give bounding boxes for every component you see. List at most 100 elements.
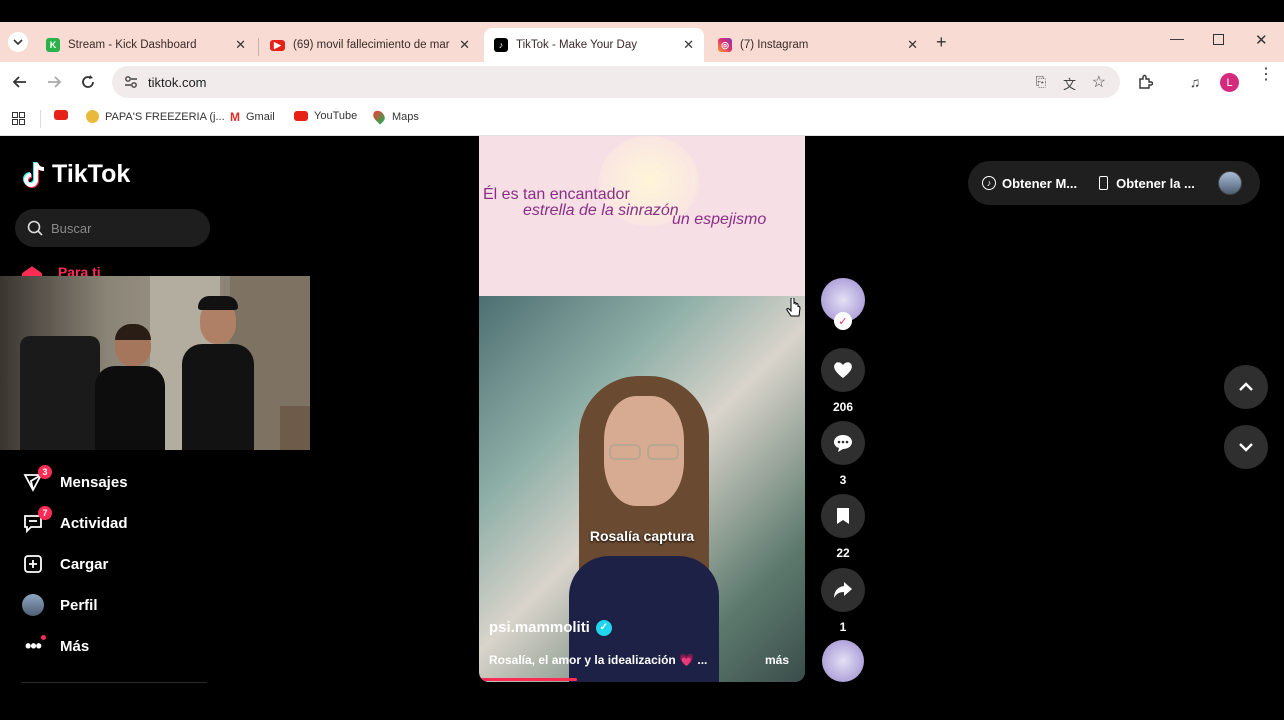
bookmark-gmail[interactable]: M Gmail (230, 110, 275, 124)
profile-avatar[interactable]: L (1220, 73, 1239, 92)
gmail-icon: M (230, 110, 240, 124)
tiktok-icon (23, 161, 45, 188)
browser-tab-tiktok[interactable]: ♪ TikTok - Make Your Day ✕ (484, 28, 704, 62)
video-description: Rosalía, el amor y la idealización 💗 ... (489, 653, 708, 667)
bookmark-papas-freezeria[interactable]: PAPA'S FREEZERIA (j... (86, 110, 225, 123)
bookmark-youtube-1[interactable] (54, 110, 74, 120)
close-tab-icon[interactable]: ✕ (235, 37, 246, 53)
bookmark-label: Maps (392, 110, 419, 123)
extensions-icon[interactable] (1133, 70, 1157, 94)
get-app-label: Obtener la ... (1116, 175, 1195, 191)
browser-menu-icon[interactable]: ⋮ (1258, 67, 1274, 83)
close-tab-icon[interactable]: ✕ (683, 37, 694, 53)
notification-dot (41, 635, 46, 640)
nav-label: Cargar (60, 555, 109, 573)
next-video-button[interactable] (1224, 425, 1268, 469)
restore-button[interactable] (1213, 34, 1224, 45)
activity-icon: 7 (22, 506, 52, 534)
save-button[interactable] (821, 494, 865, 538)
kick-icon: K (46, 38, 60, 52)
nav-mensajes[interactable]: 3 Mensajes (22, 465, 128, 493)
nav-actividad[interactable]: 7 Actividad (22, 506, 128, 534)
papas-icon (86, 110, 99, 123)
close-tab-icon[interactable]: ✕ (459, 37, 470, 53)
browser-tab-youtube[interactable]: ▶ (69) movil fallecimiento de mar ✕ (260, 28, 480, 62)
bookmark-maps[interactable]: Maps (370, 108, 419, 125)
comment-count: 3 (839, 473, 847, 487)
video-progress-bar[interactable] (479, 678, 577, 681)
close-tab-icon[interactable]: ✕ (907, 37, 918, 53)
get-coins-button[interactable]: ♪ Obtener M... (982, 176, 1077, 191)
nav-cargar[interactable]: Cargar (22, 553, 108, 575)
like-button[interactable] (821, 348, 865, 392)
more-link[interactable]: más (765, 653, 789, 667)
mouse-cursor-icon (786, 298, 801, 317)
bookmarks-separator (40, 110, 41, 128)
video-author[interactable]: psi.mammoliti ✓ (489, 619, 612, 636)
author-username: psi.mammoliti (489, 619, 590, 636)
sidebar-divider (22, 682, 207, 683)
address-bar[interactable]: tiktok.com ⎘ 文 ☆ (112, 66, 1120, 98)
previous-video-button[interactable] (1224, 365, 1268, 409)
tiktok-logo[interactable]: TikTok (22, 160, 130, 189)
nav-perfil[interactable]: Perfil (22, 594, 98, 616)
youtube-icon (294, 111, 308, 121)
lyric-line: estrella de la sinrazón (523, 202, 679, 219)
video-player[interactable]: Él es tan encantador estrella de la sinr… (479, 136, 805, 682)
bookmark-youtube[interactable]: YouTube (294, 110, 357, 122)
close-window-button[interactable]: ✕ (1255, 31, 1268, 49)
bookmark-label: YouTube (314, 110, 358, 122)
arrow-left-icon (12, 76, 26, 88)
share-button[interactable] (821, 568, 865, 612)
forward-button[interactable] (42, 70, 66, 94)
music-disc-icon[interactable] (822, 640, 864, 682)
bookmark-star-icon[interactable]: ☆ (1092, 72, 1106, 92)
reload-icon (82, 75, 94, 88)
tiktok-page: TikTok Buscar Para ti 3 Mensajes 7 Activ… (0, 136, 1284, 720)
verified-badge-icon: ✓ (595, 619, 612, 636)
minimize-button[interactable]: — (1170, 30, 1184, 46)
person-right (178, 296, 258, 450)
browser-tab-kick[interactable]: K Stream - Kick Dashboard ✕ (36, 28, 256, 62)
profile-avatar (22, 594, 44, 616)
browser-tab-instagram[interactable]: ◎ (7) Instagram ✕ (708, 28, 928, 62)
tiktok-icon: ♪ (494, 38, 508, 52)
phone-icon (1099, 176, 1109, 190)
top-right-actions: ♪ Obtener M... Obtener la ... (968, 161, 1260, 205)
media-control-icon[interactable]: ♫ (1183, 70, 1207, 94)
youtube-icon (54, 110, 68, 120)
author-avatar-action[interactable]: ✓ (821, 278, 865, 330)
tab-separator (258, 38, 259, 56)
comment-button[interactable] (821, 421, 865, 465)
nav-label: Actividad (60, 514, 128, 532)
person-left (85, 324, 165, 450)
music-disc-action[interactable] (821, 640, 865, 682)
lyrics-overlay: Él es tan encantador estrella de la sinr… (479, 136, 805, 296)
save-action[interactable]: 22 (821, 494, 865, 560)
bookmarks-bar: PAPA'S FREEZERIA (j... M Gmail YouTube M… (0, 102, 1284, 136)
maps-icon (370, 108, 388, 125)
url-text: tiktok.com (148, 74, 207, 90)
chevron-down-icon (1239, 443, 1253, 452)
follow-check-icon[interactable]: ✓ (834, 312, 852, 330)
translate-icon[interactable]: 文 (1063, 74, 1076, 93)
install-app-icon[interactable]: ⎘ (1036, 74, 1046, 90)
share-action[interactable]: 1 (821, 568, 865, 634)
back-button[interactable] (8, 70, 32, 94)
get-app-button[interactable]: Obtener la ... (1099, 176, 1195, 191)
nav-label: Más (60, 637, 90, 655)
site-settings-icon[interactable] (124, 75, 138, 89)
nav-mas[interactable]: ••• Más (22, 635, 89, 657)
user-avatar[interactable] (1218, 171, 1242, 195)
search-input[interactable]: Buscar (15, 209, 210, 247)
youtube-icon: ▶ (270, 39, 285, 51)
new-tab-button[interactable]: + (936, 32, 947, 53)
reload-button[interactable] (76, 70, 100, 94)
bookmark-label: PAPA'S FREEZERIA (j... (105, 110, 225, 123)
tab-title: (7) Instagram (740, 39, 809, 51)
comment-action[interactable]: 3 (821, 421, 865, 487)
chevron-up-icon (1239, 382, 1253, 391)
like-action[interactable]: 206 (821, 348, 865, 414)
tab-search-button[interactable] (8, 32, 28, 52)
apps-grid-icon[interactable] (12, 112, 25, 125)
